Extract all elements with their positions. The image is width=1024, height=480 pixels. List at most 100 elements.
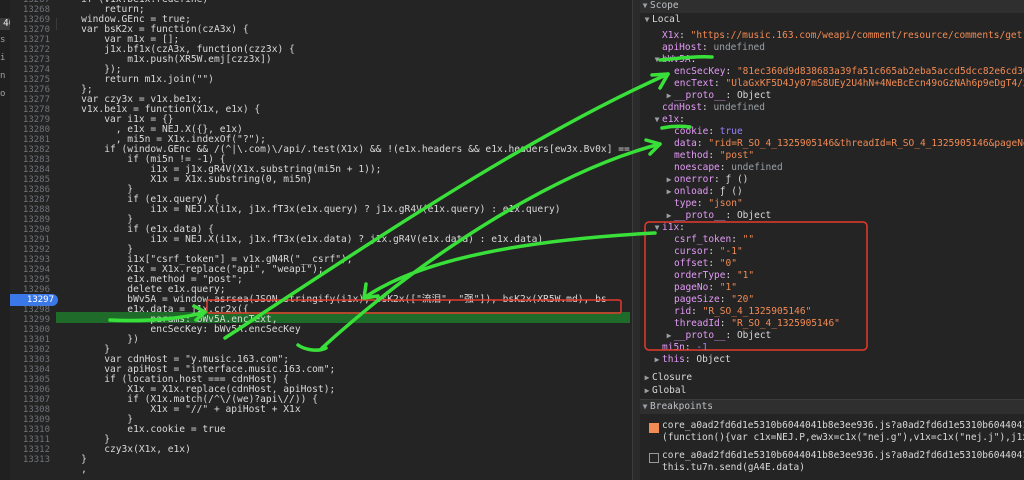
separator: : (684, 354, 697, 365)
separator: : (719, 162, 732, 173)
closure-scope-header[interactable]: ▶ Closure (642, 372, 692, 384)
local-scope-label: Local (652, 14, 681, 25)
scope-variable-name: cdnHost (662, 102, 703, 113)
scope-variable-value: "R_SO_4_1325905146" (731, 318, 840, 329)
scope-variable-value: Object (736, 330, 772, 341)
scope-variable-row[interactable]: ▶ __proto__: Object (664, 330, 772, 342)
chevron-right-icon[interactable]: ▶ (664, 210, 674, 222)
separator: : (708, 126, 720, 137)
chevron-right-icon[interactable]: ▶ (664, 90, 674, 102)
global-scope-label: Global (652, 385, 687, 396)
scope-variable-value: "https://music.163.com/weapi/comment/res… (690, 30, 1024, 41)
separator: : (702, 102, 714, 113)
scope-variable-name: __proto__ (674, 90, 726, 101)
chevron-right-icon[interactable]: ▶ (664, 174, 674, 186)
scope-variable-value: "20" (731, 294, 755, 305)
separator: : (679, 114, 691, 125)
scope-variable-row[interactable]: ▶ __proto__: Object (664, 210, 772, 222)
line-number[interactable] (10, 464, 50, 476)
chevron-right-icon[interactable]: ▶ (664, 330, 674, 342)
scope-variable-name: this (662, 354, 685, 365)
scope-variable-value: Object (736, 90, 772, 101)
breakpoints-title: Breakpoints (650, 401, 713, 412)
breakpoint-file[interactable]: core_a0ad2fd6d1e5310b6044041b8e3ee936.js… (662, 450, 1024, 462)
separator: : (708, 258, 720, 269)
scope-variable-name: encSecKey (674, 66, 726, 77)
scope-variable-value: undefined (713, 42, 765, 53)
line-number-gutter[interactable]: 13267 13268 13269 13270 13271 13272 13273 13274… (10, 0, 58, 480)
scope-variable-row[interactable]: ▶ onerror: ƒ () (664, 174, 749, 186)
scope-variable-row[interactable]: ▼ i1x: (652, 222, 691, 234)
scope-variable-row: csrf_token: "" (664, 234, 754, 246)
scope-variable-row: apiHost: undefined (652, 42, 765, 54)
breakpoint-file[interactable]: core_a0ad2fd6d1e5310b6044041b8e3ee936.js… (662, 420, 1024, 432)
chevron-right-icon[interactable]: ▶ (652, 354, 662, 366)
scope-variable-row: cookie: true (664, 126, 743, 138)
scope-variable-row: offset: "0" (664, 258, 737, 270)
side-tab-letter[interactable]: i (0, 52, 5, 64)
scope-variable-row: cdnHost: undefined (652, 102, 765, 114)
chevron-down-icon[interactable]: ▼ (652, 54, 662, 66)
separator: : (690, 54, 703, 65)
scope-variable-value: ƒ () (719, 186, 743, 197)
chevron-down-icon[interactable]: ▼ (652, 114, 662, 126)
breakpoints-section-header[interactable]: ▼ Breakpoints (640, 399, 1024, 414)
global-scope-header[interactable]: ▶ Global (642, 385, 687, 397)
scope-variable-name: onerror (674, 174, 715, 185)
breakpoint-code: (function(){var c1x=NEJ.P,ew3x=c1x("nej.… (662, 432, 1024, 443)
separator: : (725, 90, 737, 101)
separator: : (679, 222, 691, 233)
separator: : (725, 210, 737, 221)
scope-variable-name: noescape (674, 162, 720, 173)
local-scope-header[interactable]: ▼ Local (642, 14, 681, 26)
scope-variable-value: Object (696, 354, 731, 365)
breakpoint-checkbox[interactable] (649, 423, 659, 433)
scope-variable-row[interactable]: ▶ onload: ƒ () (664, 186, 743, 198)
scope-variable-name: data (674, 138, 697, 149)
scope-variable-name: encText (674, 78, 715, 89)
scope-variable-name: pageNo (674, 282, 709, 293)
scope-variable-name: threadId (674, 318, 720, 329)
scope-variable-name: cookie (674, 126, 709, 137)
separator: : (696, 198, 709, 209)
scope-variable-row[interactable]: ▼ e1x: (652, 114, 691, 126)
scope-variable-value: "rid=R_SO_4_1325905146&threadId=R_SO_4_1… (708, 138, 1024, 149)
breakpoint-checkbox[interactable] (649, 453, 659, 463)
scope-section-header[interactable]: ▼ Scope (640, 0, 1024, 13)
chevron-down-icon: ▼ (642, 1, 648, 10)
separator: : (714, 78, 726, 89)
side-tab-letter[interactable]: n (0, 70, 5, 82)
separator: : (708, 186, 720, 197)
scope-variable-row[interactable]: ▶ this: Object (652, 354, 731, 366)
scope-variable-row[interactable]: ▼ bWv5A: (652, 54, 702, 66)
scope-variable-row: cursor: "-1" (664, 246, 743, 258)
code-line: , (58, 464, 87, 475)
scope-variable-row: pageNo: "1" (664, 282, 737, 294)
scope-variable-name: X1x (662, 30, 680, 41)
chevron-right-icon[interactable]: ▶ (664, 186, 674, 198)
scope-variable-row: encSecKey: "81ec360d9d838683a39fa51c665a… (664, 66, 1024, 78)
scope-variable-value: ƒ () (725, 174, 749, 185)
scope-variable-row: type: "json" (664, 198, 743, 210)
separator: : (725, 270, 737, 281)
scope-variable-value: "R_SO_4_1325905146" (702, 306, 812, 317)
scope-panel: ▼ Scope ▼ Local X1x: "https://music.163.co… (640, 0, 1024, 480)
separator: : (725, 66, 737, 77)
scope-variable-value: "post" (719, 150, 755, 161)
scope-variable-name: csrf_token (674, 234, 732, 245)
scope-variable-value: "" (742, 234, 755, 245)
scope-variable-row: data: "rid=R_SO_4_1325905146&threadId=R_… (664, 138, 1024, 150)
scope-variable-row: threadId: "R_SO_4_1325905146" (664, 318, 840, 330)
side-tab-letter[interactable]: s (0, 34, 5, 46)
scope-variable-name: type (674, 198, 697, 209)
separator: : (714, 174, 726, 185)
source-code-editor[interactable]: if (v1x.be1x.redefine) return; window.GE… (58, 0, 632, 480)
scope-variable-name: pageSize (674, 294, 720, 305)
separator: : (725, 330, 737, 341)
chevron-down-icon[interactable]: ▼ (652, 222, 662, 234)
chevron-down-icon: ▼ (644, 15, 650, 24)
side-tab-letter[interactable]: o (0, 88, 5, 100)
separator: : (708, 150, 720, 161)
breakpoint-code: this.tu7n.send(gA4E.data) (662, 462, 805, 473)
scope-variable-row[interactable]: ▶ __proto__: Object (664, 90, 772, 102)
